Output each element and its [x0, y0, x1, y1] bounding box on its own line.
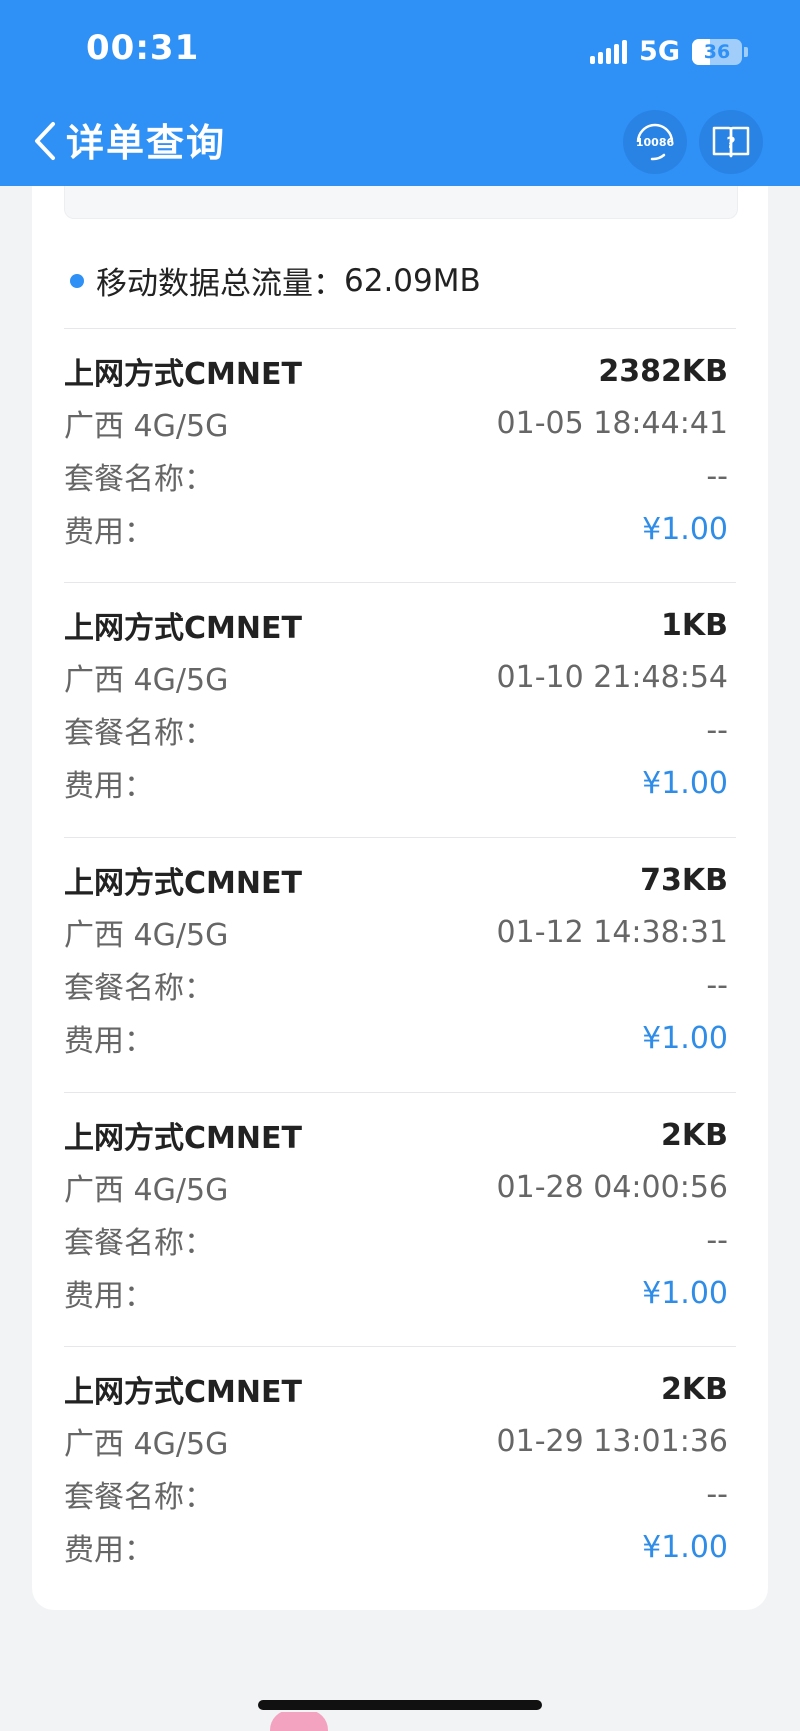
record-region: 广西 4G/5G	[64, 663, 229, 698]
package-label: 套餐名称：	[64, 971, 214, 1006]
help-button[interactable]: ?	[699, 110, 763, 174]
package-label: 套餐名称：	[64, 462, 214, 497]
record-fee: 费用： ¥1.00	[64, 1271, 728, 1315]
list-item[interactable]: 上网方式CMNET 73KB 广西 4G/5G 01-12 14:38:31 套…	[64, 838, 736, 1090]
record-fee: 费用： ¥1.00	[64, 1525, 728, 1569]
record-region: 广西 4G/5G	[64, 1427, 229, 1462]
record-region: 广西 4G/5G	[64, 1173, 229, 1208]
battery-level: 36	[703, 40, 731, 63]
page-title: 详单查询	[66, 121, 227, 165]
package-value: --	[706, 712, 728, 748]
network-type: 5G	[639, 36, 680, 67]
detail-card: 移动数据总流量： 62.09MB 上网方式CMNET 2382KB 广西 4G/5…	[32, 186, 768, 1610]
record-header: 上网方式CMNET 2KB	[64, 1367, 728, 1411]
headset-10086-icon	[636, 123, 674, 161]
record-usage: 2KB	[661, 1117, 728, 1153]
record-method: 上网方式CMNET	[64, 611, 302, 646]
package-value: --	[706, 967, 728, 1003]
fee-value: ¥1.00	[642, 1020, 728, 1056]
record-meta: 广西 4G/5G 01-29 13:01:36	[64, 1419, 728, 1463]
fee-label: 费用：	[64, 1024, 154, 1059]
record-meta: 广西 4G/5G 01-05 18:44:41	[64, 401, 728, 445]
package-label: 套餐名称：	[64, 1480, 214, 1515]
fee-value: ¥1.00	[642, 765, 728, 801]
fee-value: ¥1.00	[642, 511, 728, 547]
list-item[interactable]: 上网方式CMNET 2382KB 广西 4G/5G 01-05 18:44:41…	[64, 329, 736, 581]
package-label: 套餐名称：	[64, 1226, 214, 1261]
fee-value: ¥1.00	[642, 1275, 728, 1311]
fee-label: 费用：	[64, 769, 154, 804]
summary-label: 移动数据总流量：	[96, 266, 344, 302]
record-header: 上网方式CMNET 2KB	[64, 1113, 728, 1157]
record-time: 01-10 21:48:54	[496, 659, 728, 695]
record-time: 01-29 13:01:36	[496, 1423, 728, 1459]
record-usage: 2382KB	[598, 353, 728, 389]
record-package: 套餐名称： --	[64, 1472, 728, 1516]
record-fee: 费用： ¥1.00	[64, 761, 728, 805]
record-package: 套餐名称： --	[64, 1218, 728, 1262]
record-header: 上网方式CMNET 1KB	[64, 603, 728, 647]
record-usage: 2KB	[661, 1371, 728, 1407]
filter-box-bottom	[64, 186, 738, 219]
record-package: 套餐名称： --	[64, 963, 728, 1007]
list-item[interactable]: 上网方式CMNET 2KB 广西 4G/5G 01-29 13:01:36 套餐…	[64, 1347, 736, 1599]
home-indicator[interactable]	[258, 1700, 542, 1710]
help-book-icon: ?	[712, 126, 750, 158]
record-time: 01-05 18:44:41	[496, 405, 728, 441]
record-header: 上网方式CMNET 73KB	[64, 858, 728, 902]
heart-logo-icon	[270, 1712, 328, 1731]
package-value: --	[706, 458, 728, 494]
fee-label: 费用：	[64, 515, 154, 550]
record-region: 广西 4G/5G	[64, 918, 229, 953]
total-data-summary: 移动数据总流量： 62.09MB	[70, 258, 481, 303]
record-meta: 广西 4G/5G 01-10 21:48:54	[64, 655, 728, 699]
status-time: 00:31	[86, 28, 200, 68]
record-method: 上网方式CMNET	[64, 1375, 302, 1410]
summary-value: 62.09MB	[344, 262, 481, 299]
record-time: 01-12 14:38:31	[496, 914, 728, 950]
record-meta: 广西 4G/5G 01-12 14:38:31	[64, 910, 728, 954]
package-label: 套餐名称：	[64, 716, 214, 751]
record-meta: 广西 4G/5G 01-28 04:00:56	[64, 1165, 728, 1209]
fee-label: 费用：	[64, 1279, 154, 1314]
back-button[interactable]	[28, 118, 62, 164]
record-package: 套餐名称： --	[64, 708, 728, 752]
record-usage: 73KB	[640, 862, 728, 898]
fee-value: ¥1.00	[642, 1529, 728, 1565]
record-method: 上网方式CMNET	[64, 357, 302, 392]
record-method: 上网方式CMNET	[64, 866, 302, 901]
battery-cap	[744, 46, 748, 57]
battery-icon: 36	[692, 38, 742, 65]
5g-logo-icon	[338, 1712, 344, 1731]
signal-icon	[590, 39, 628, 64]
status-indicators: 5G 36	[590, 36, 748, 67]
bottom-logo-strip	[270, 1712, 540, 1731]
fee-label: 费用：	[64, 1533, 154, 1568]
record-package: 套餐名称： --	[64, 454, 728, 498]
list-item[interactable]: 上网方式CMNET 2KB 广西 4G/5G 01-28 04:00:56 套餐…	[64, 1093, 736, 1345]
record-header: 上网方式CMNET 2382KB	[64, 349, 728, 393]
record-region: 广西 4G/5G	[64, 409, 229, 444]
record-time: 01-28 04:00:56	[496, 1169, 728, 1205]
record-usage: 1KB	[661, 607, 728, 643]
record-method: 上网方式CMNET	[64, 1121, 302, 1156]
package-value: --	[706, 1476, 728, 1512]
svg-text:?: ?	[726, 133, 735, 152]
list-item[interactable]: 上网方式CMNET 1KB 广西 4G/5G 01-10 21:48:54 套餐…	[64, 583, 736, 835]
record-fee: 费用： ¥1.00	[64, 1016, 728, 1060]
hotline-10086-button[interactable]: 10086	[623, 110, 687, 174]
record-fee: 费用： ¥1.00	[64, 507, 728, 551]
package-value: --	[706, 1222, 728, 1258]
chevron-left-icon	[35, 122, 55, 160]
bullet-dot-icon	[70, 273, 84, 288]
app-header: 00:31 5G 36 详单查询 10086 ?	[0, 0, 800, 186]
